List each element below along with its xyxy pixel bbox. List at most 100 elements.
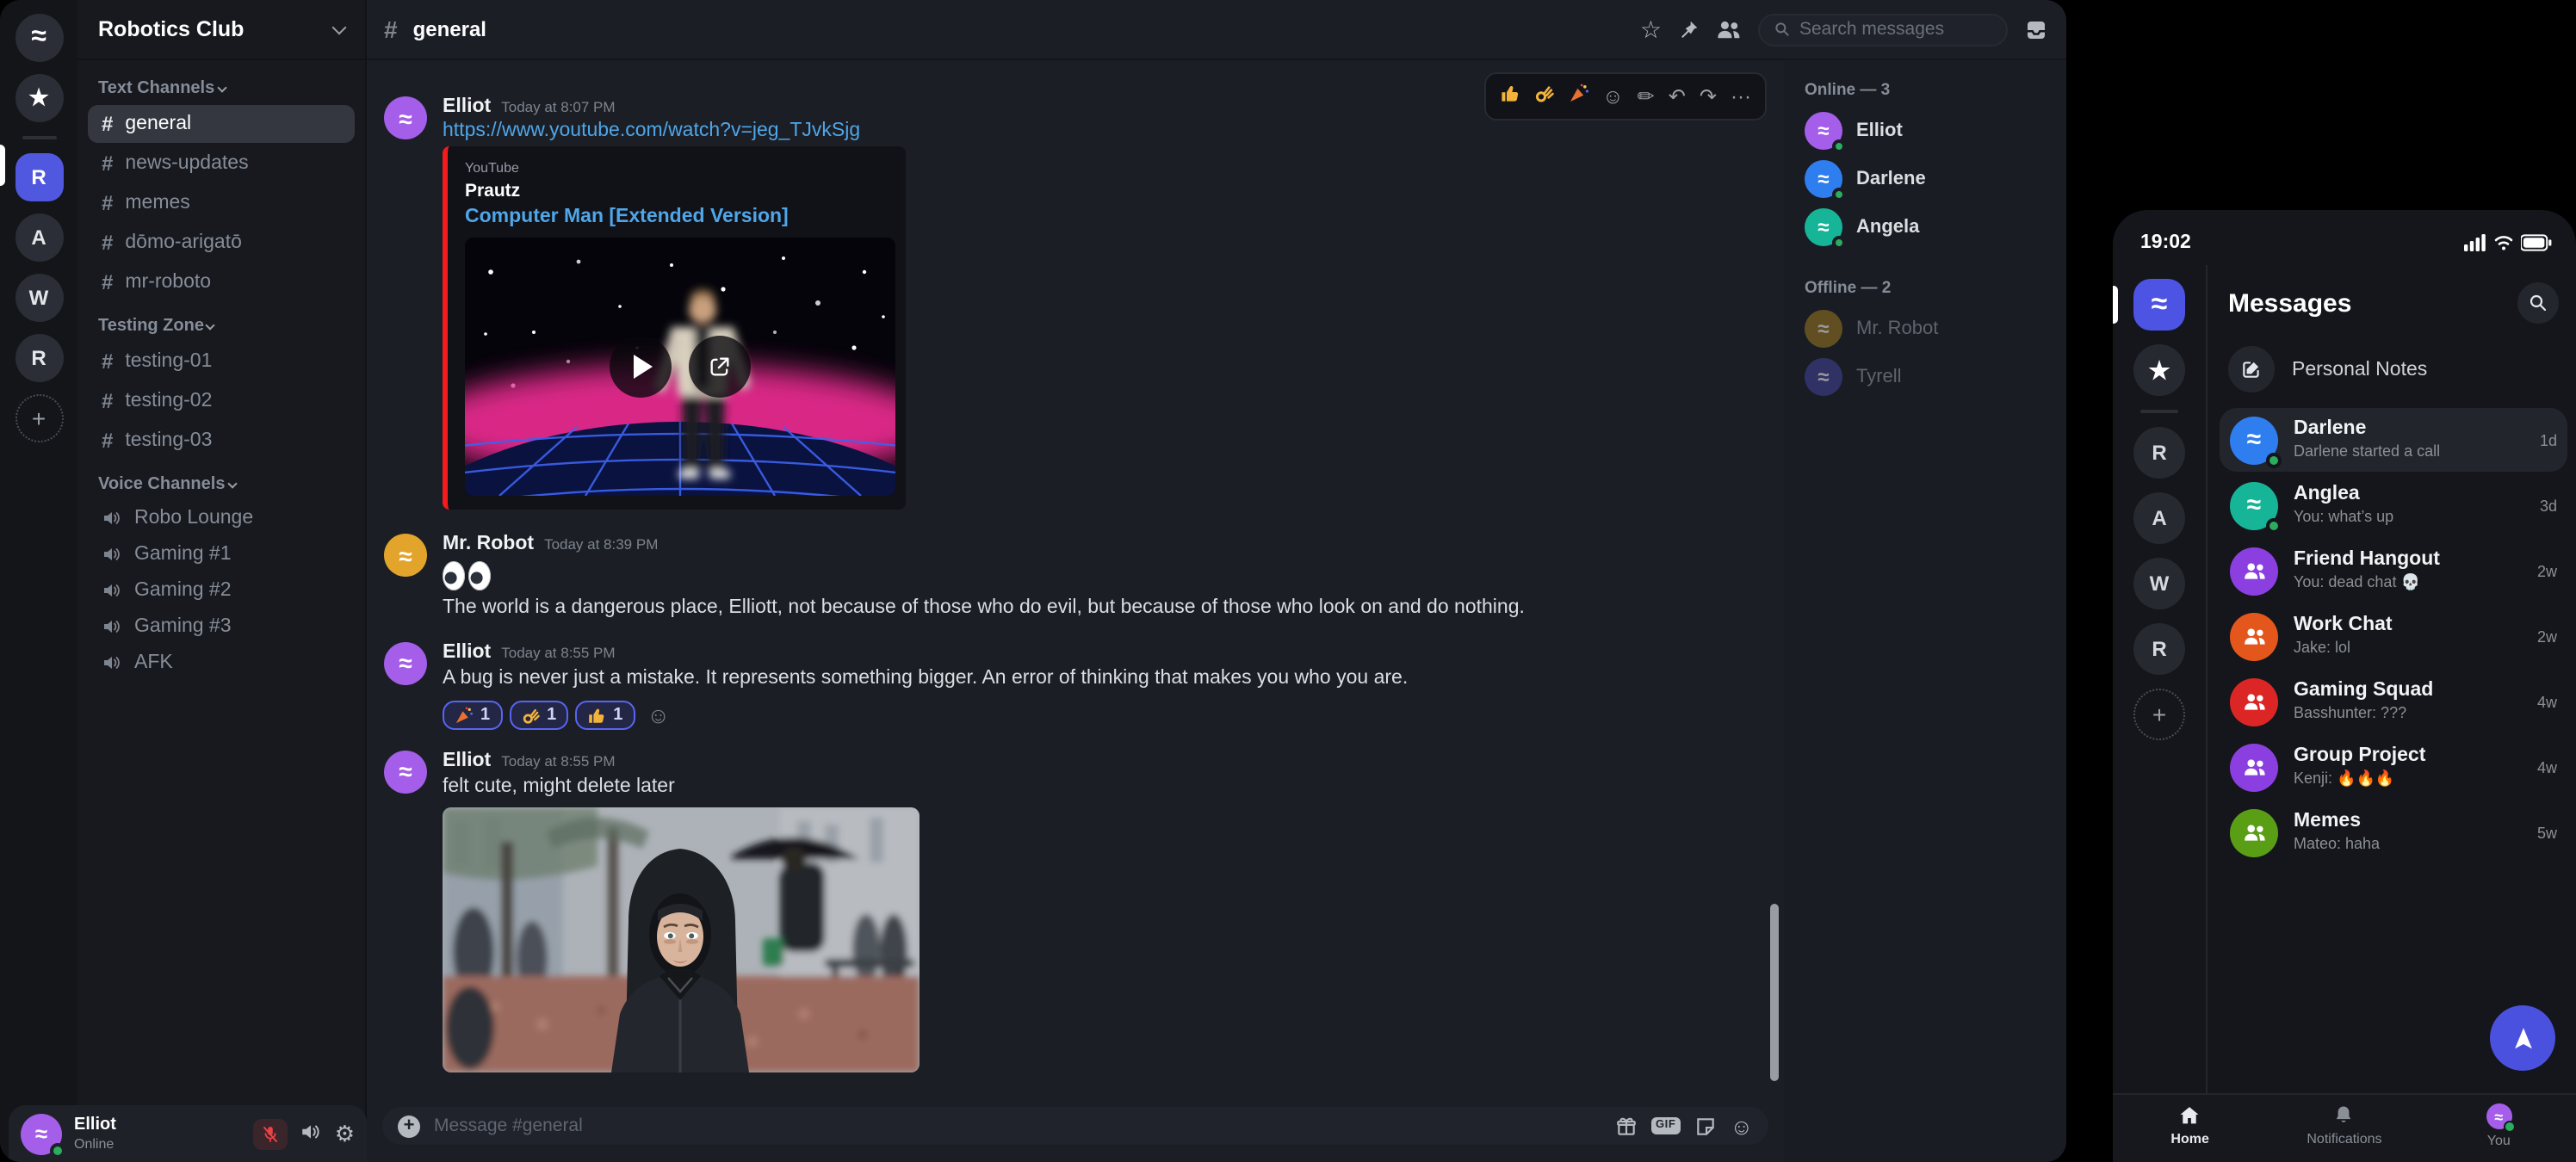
quick-react-party-button[interactable] bbox=[1568, 81, 1588, 112]
server-item-w[interactable]: W bbox=[2133, 558, 2185, 609]
conversation-gaming-squad[interactable]: Gaming SquadBasshunter: ??? 4w bbox=[2220, 670, 2567, 733]
member-darlene[interactable]: ≈ Darlene bbox=[1805, 155, 2046, 203]
message-input-bar[interactable]: + Message #general GIF ☺ bbox=[382, 1107, 1768, 1145]
server-item-a[interactable]: A bbox=[15, 213, 63, 262]
reaction-party[interactable]: 1 bbox=[443, 701, 502, 730]
member-angela[interactable]: ≈ Angela bbox=[1805, 203, 2046, 251]
avatar[interactable]: ≈ bbox=[384, 534, 427, 577]
channel-testing-02[interactable]: #testing-02 bbox=[88, 382, 355, 420]
message-author[interactable]: Mr. Robot bbox=[443, 534, 534, 554]
quick-react-thumbs-up-button[interactable] bbox=[1499, 81, 1520, 112]
forward-button[interactable]: ↷ bbox=[1700, 86, 1717, 107]
server-item-r2[interactable]: R bbox=[2133, 623, 2185, 675]
mic-mute-button[interactable] bbox=[254, 1118, 288, 1149]
channel-news-updates[interactable]: #news-updates bbox=[88, 145, 355, 182]
new-message-fab[interactable] bbox=[2490, 1005, 2555, 1071]
avatar[interactable]: ≈ bbox=[384, 642, 427, 685]
add-server-button[interactable]: + bbox=[15, 394, 63, 442]
sticker-picker-button[interactable] bbox=[1694, 1115, 1716, 1137]
nav-tab-you[interactable]: ≈ You bbox=[2447, 1103, 2550, 1162]
conversation-memes[interactable]: MemesMateo: haha 5w bbox=[2220, 800, 2567, 864]
gift-button[interactable] bbox=[1615, 1115, 1638, 1137]
ok-hand-icon bbox=[1533, 83, 1554, 103]
hash-icon: # bbox=[102, 191, 113, 215]
voice-channel-afk[interactable]: AFK bbox=[88, 646, 355, 680]
voice-channel-gaming-3[interactable]: Gaming #3 bbox=[88, 609, 355, 644]
member-mr-robot[interactable]: ≈ Mr. Robot bbox=[1805, 305, 2046, 353]
add-reaction-button[interactable]: ☺ bbox=[647, 704, 670, 726]
personal-notes-row[interactable]: Personal Notes bbox=[2228, 346, 2559, 392]
reply-button[interactable]: ↶ bbox=[1669, 86, 1686, 107]
play-button[interactable] bbox=[610, 336, 672, 398]
section-testing-zone[interactable]: Testing Zone bbox=[88, 312, 355, 341]
pinned-messages-button[interactable] bbox=[1677, 18, 1700, 40]
embed-title[interactable]: Computer Man [Extended Version] bbox=[465, 207, 889, 227]
server-item-r[interactable]: R bbox=[2133, 427, 2185, 479]
search-input[interactable]: Search messages bbox=[1758, 13, 2008, 46]
gif-picker-button[interactable]: GIF bbox=[1651, 1117, 1680, 1135]
server-item-r2[interactable]: R bbox=[15, 334, 63, 382]
section-voice-channels[interactable]: Voice Channels bbox=[88, 470, 355, 499]
message-author[interactable]: Elliot bbox=[443, 751, 491, 771]
channel-testing-01[interactable]: #testing-01 bbox=[88, 343, 355, 380]
attach-plus-icon[interactable]: + bbox=[398, 1115, 420, 1137]
hash-icon: # bbox=[102, 270, 113, 294]
favorite-channel-button[interactable]: ☆ bbox=[1640, 17, 1662, 41]
section-text-channels[interactable]: Text Channels bbox=[88, 74, 355, 103]
app-logo-icon[interactable]: ≈ bbox=[2133, 279, 2185, 331]
hash-icon: # bbox=[384, 15, 398, 43]
add-server-button[interactable]: + bbox=[2133, 689, 2185, 740]
reaction-thumbs-up[interactable]: 1 bbox=[575, 701, 635, 730]
voice-channel-gaming-1[interactable]: Gaming #1 bbox=[88, 537, 355, 572]
voice-channel-gaming-2[interactable]: Gaming #2 bbox=[88, 573, 355, 608]
message-author[interactable]: Elliot bbox=[443, 642, 491, 663]
emoji-picker-button[interactable]: ☺ bbox=[1730, 1115, 1753, 1137]
group-icon bbox=[2241, 559, 2267, 582]
channel-mr-roboto[interactable]: #mr-roboto bbox=[88, 263, 355, 301]
quick-react-ok-hand-button[interactable] bbox=[1533, 81, 1554, 112]
more-options-button[interactable]: ··· bbox=[1731, 86, 1751, 107]
avatar[interactable]: ≈ bbox=[21, 1113, 62, 1154]
message-link[interactable]: https://www.youtube.com/watch?v=jeg_TJvk… bbox=[443, 121, 1760, 141]
photo-attachment[interactable] bbox=[443, 807, 920, 1072]
online-status-dot bbox=[2266, 517, 2282, 533]
favorites-button[interactable]: ★ bbox=[15, 74, 63, 122]
avatar bbox=[2230, 547, 2278, 595]
avatar[interactable]: ≈ bbox=[384, 751, 427, 794]
battery-icon bbox=[2521, 234, 2552, 251]
channel-general[interactable]: #general bbox=[88, 105, 355, 143]
server-item-a[interactable]: A bbox=[2133, 492, 2185, 544]
nav-tab-home[interactable]: Home bbox=[2139, 1103, 2242, 1162]
voice-channel-robo-lounge[interactable]: Robo Lounge bbox=[88, 501, 355, 535]
reaction-ok-hand[interactable]: 1 bbox=[509, 701, 568, 730]
add-reaction-button[interactable]: ☺ bbox=[1602, 86, 1624, 107]
conversation-work-chat[interactable]: Work ChatJake: lol 2w bbox=[2220, 604, 2567, 668]
search-button[interactable] bbox=[2517, 282, 2559, 324]
favorites-button[interactable]: ★ bbox=[2133, 344, 2185, 396]
conversation-friend-hangout[interactable]: Friend HangoutYou: dead chat 💀 2w bbox=[2220, 539, 2567, 603]
server-item-robotics-club[interactable]: R bbox=[15, 153, 63, 201]
embed-author[interactable]: Prautz bbox=[465, 181, 889, 201]
active-server-indicator bbox=[0, 145, 5, 186]
chat-scrollbar[interactable] bbox=[1770, 904, 1779, 1081]
member-list-toggle-button[interactable] bbox=[1715, 17, 1743, 41]
member-elliot[interactable]: ≈ Elliot bbox=[1805, 107, 2046, 155]
nav-tab-notifications[interactable]: Notifications bbox=[2293, 1103, 2396, 1162]
settings-button[interactable]: ⚙ bbox=[335, 1122, 355, 1145]
member-tyrell[interactable]: ≈ Tyrell bbox=[1805, 353, 2046, 401]
channel-testing-03[interactable]: #testing-03 bbox=[88, 422, 355, 460]
edit-message-button[interactable]: ✏ bbox=[1638, 86, 1655, 107]
conversation-anglea[interactable]: ≈ AngleaYou: what’s up 3d bbox=[2220, 473, 2567, 537]
message-author[interactable]: Elliot bbox=[443, 96, 491, 117]
app-logo-icon[interactable]: ≈ bbox=[15, 14, 63, 62]
server-item-w[interactable]: W bbox=[15, 274, 63, 322]
channel-memes[interactable]: #memes bbox=[88, 184, 355, 222]
deafen-button[interactable] bbox=[300, 1121, 323, 1147]
server-header[interactable]: Robotics Club bbox=[77, 0, 365, 60]
conversation-group-project[interactable]: Group ProjectKenji: 🔥🔥🔥 4w bbox=[2220, 735, 2567, 799]
avatar[interactable]: ≈ bbox=[384, 96, 427, 139]
channel-domo-arigato[interactable]: #dōmo-arigatō bbox=[88, 224, 355, 262]
inbox-button[interactable] bbox=[2023, 16, 2049, 42]
conversation-darlene[interactable]: ≈ DarleneDarlene started a call 1d bbox=[2220, 408, 2567, 472]
open-external-button[interactable] bbox=[689, 336, 751, 398]
